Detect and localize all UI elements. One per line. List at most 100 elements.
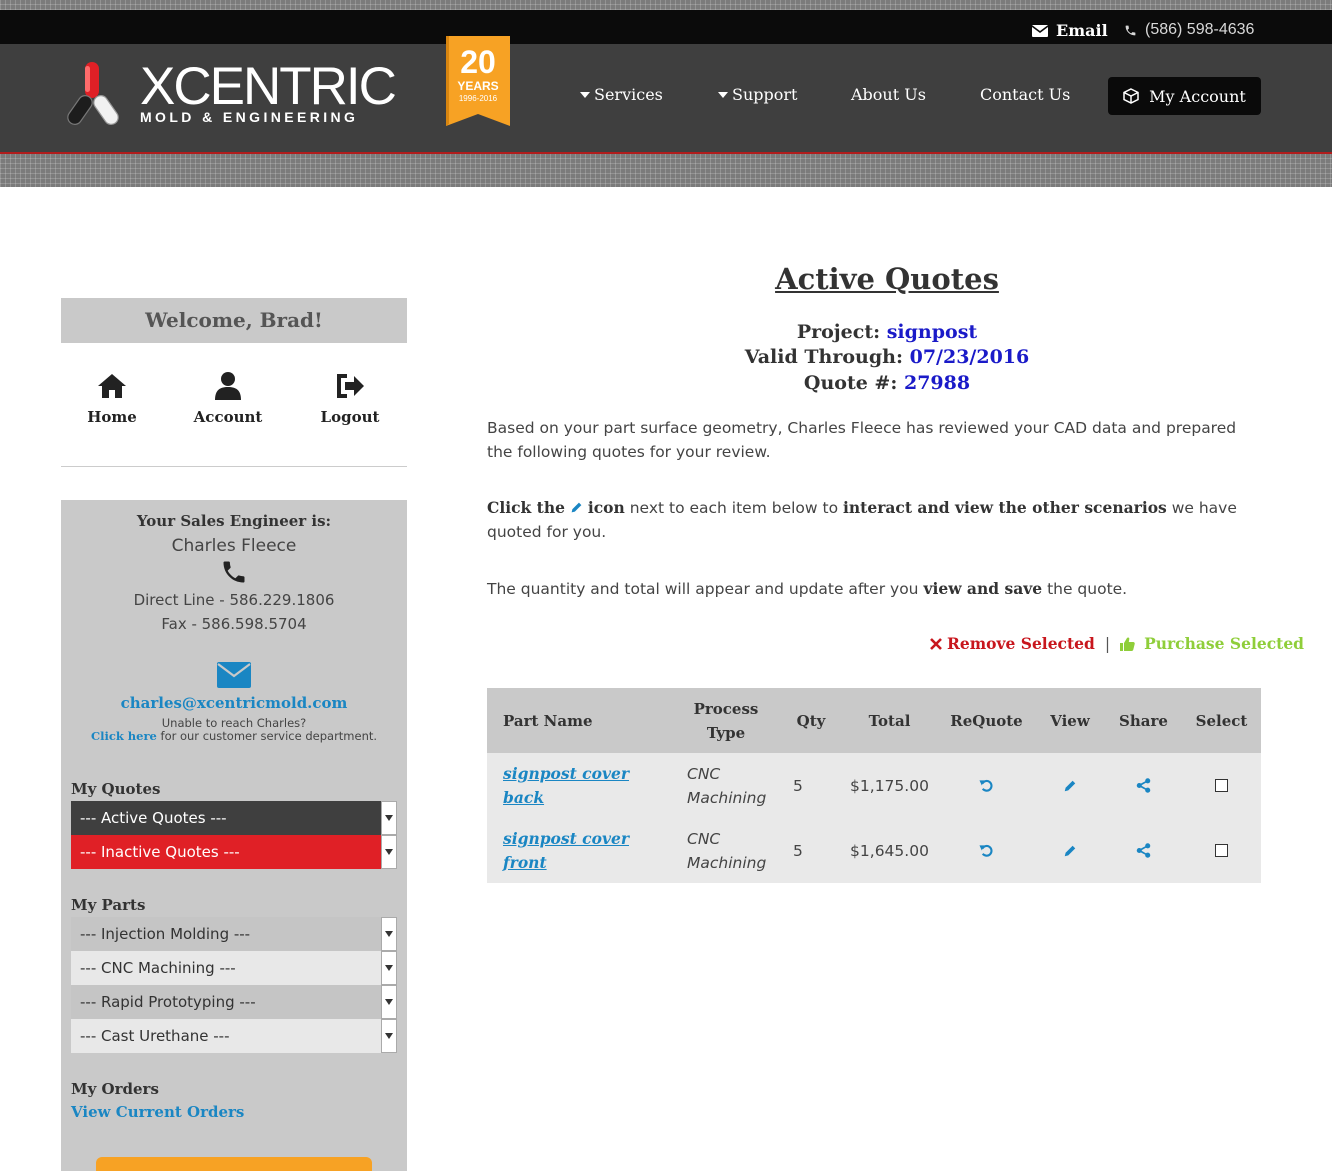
sidebar-panel: Your Sales Engineer is: Charles Fleece D… bbox=[61, 500, 407, 1171]
my-account-label: My Account bbox=[1149, 86, 1246, 106]
user-icon bbox=[215, 372, 241, 400]
orange-action-button[interactable] bbox=[96, 1157, 372, 1171]
quicknav-home[interactable]: Home bbox=[57, 370, 167, 426]
nav-about[interactable]: About Us bbox=[851, 85, 926, 104]
share-cell bbox=[1105, 753, 1182, 818]
click-here-rest: for our customer service department. bbox=[156, 729, 378, 743]
unable-to-reach: Unable to reach Charles? bbox=[161, 716, 307, 730]
header-pattern-top bbox=[0, 0, 1332, 10]
undo-icon[interactable] bbox=[979, 778, 994, 793]
view-cell bbox=[1035, 753, 1105, 818]
quicknav-home-label: Home bbox=[87, 408, 137, 426]
process-type-1: CNC bbox=[687, 764, 721, 783]
my-parts-heading: My Parts bbox=[71, 896, 146, 914]
active-quotes-select[interactable]: --- Active Quotes --- bbox=[71, 801, 397, 835]
logo-subtitle: MOLD & ENGINEERING bbox=[140, 109, 359, 125]
nav-support-label: Support bbox=[732, 85, 798, 104]
envelope-icon bbox=[1032, 24, 1048, 37]
inactive-quotes-select[interactable]: --- Inactive Quotes --- bbox=[71, 835, 397, 869]
click-d: interact and view the other scenarios bbox=[843, 498, 1167, 517]
share-icon[interactable] bbox=[1136, 778, 1151, 793]
logo-wordmark: XCENTRIC bbox=[140, 57, 397, 116]
table-row: signpost cover front CNC Machining 5 $1,64… bbox=[487, 818, 1261, 883]
purchase-selected-label: Purchase Selected bbox=[1144, 634, 1305, 653]
bulk-actions: Remove Selected | Purchase Selected bbox=[930, 634, 1304, 653]
remove-selected-button[interactable]: Remove Selected bbox=[930, 634, 1095, 653]
chevron-down-icon bbox=[381, 951, 397, 985]
quicknav-account[interactable]: Account bbox=[173, 370, 283, 426]
nav-contact[interactable]: Contact Us bbox=[980, 85, 1070, 104]
phone-icon bbox=[223, 561, 245, 583]
quicknav-logout[interactable]: Logout bbox=[295, 370, 405, 426]
sales-engineer-email[interactable]: charles@xcentricmold.com bbox=[61, 694, 407, 712]
col-process-1: Process bbox=[693, 699, 759, 718]
qty-a: The quantity and total will appear and u… bbox=[487, 580, 919, 598]
qty-b: view and save bbox=[923, 579, 1043, 598]
quote-number-line: Quote #: 27988 bbox=[487, 372, 1287, 394]
part-name-link[interactable]: signpost cover front bbox=[503, 829, 629, 872]
col-total: Total bbox=[841, 688, 938, 753]
times-icon bbox=[930, 637, 942, 650]
home-icon bbox=[98, 374, 126, 398]
process-type-2: Machining bbox=[687, 788, 767, 807]
my-quotes-heading: My Quotes bbox=[71, 780, 161, 798]
phone-link[interactable]: (586) 598-4636 bbox=[1124, 21, 1254, 39]
phone-number: (586) 598-4636 bbox=[1145, 21, 1255, 38]
project-label: Project: bbox=[796, 321, 881, 343]
chevron-down-icon bbox=[381, 1019, 397, 1053]
cast-urethane-select[interactable]: --- Cast Urethane --- bbox=[71, 1019, 397, 1053]
col-view: View bbox=[1035, 688, 1105, 753]
col-process-2: Type bbox=[706, 723, 746, 742]
sales-engineer-name: Charles Fleece bbox=[171, 536, 297, 556]
process-type-2: Machining bbox=[687, 853, 767, 872]
qty-c: the quote. bbox=[1047, 580, 1128, 598]
select-checkbox[interactable] bbox=[1215, 779, 1228, 792]
email-link[interactable]: Email bbox=[1032, 21, 1108, 40]
my-account-button[interactable]: My Account bbox=[1108, 77, 1261, 115]
pencil-icon bbox=[571, 502, 582, 513]
sidebar-divider bbox=[61, 466, 407, 467]
click-here-link[interactable]: Click here bbox=[91, 729, 157, 743]
chevron-down-icon bbox=[381, 835, 397, 869]
process-type-cell: CNC Machining bbox=[671, 753, 781, 818]
select-cell bbox=[1182, 818, 1261, 883]
brand-logo[interactable]: XCENTRIC MOLD & ENGINEERING bbox=[60, 58, 397, 130]
cnc-machining-select[interactable]: --- CNC Machining --- bbox=[71, 951, 397, 985]
col-requote: ReQuote bbox=[938, 688, 1035, 753]
nav-services[interactable]: Services bbox=[580, 85, 663, 104]
total-cell: $1,175.00 bbox=[841, 753, 938, 818]
click-instructions: Click the icon next to each item below t… bbox=[487, 496, 1262, 544]
contact-bar: Email (586) 598-4636 bbox=[0, 10, 1332, 44]
inactive-quotes-value: --- Inactive Quotes --- bbox=[80, 843, 240, 861]
pencil-icon[interactable] bbox=[1063, 844, 1077, 858]
ribbon-number: 20 bbox=[460, 44, 496, 80]
chevron-down-icon bbox=[381, 917, 397, 951]
rapid-prototyping-select[interactable]: --- Rapid Prototyping --- bbox=[71, 985, 397, 1019]
quicknav-logout-label: Logout bbox=[320, 408, 380, 426]
part-name-link[interactable]: signpost cover back bbox=[503, 764, 629, 807]
nav-support[interactable]: Support bbox=[718, 85, 797, 104]
injection-molding-select[interactable]: --- Injection Molding --- bbox=[71, 917, 397, 951]
requote-cell bbox=[938, 818, 1035, 883]
part-name-cell: signpost cover front bbox=[487, 818, 671, 883]
qty-cell: 5 bbox=[781, 818, 841, 883]
view-current-orders-link[interactable]: View Current Orders bbox=[71, 1103, 244, 1121]
thumbs-up-icon bbox=[1120, 636, 1135, 651]
chevron-down-icon bbox=[381, 985, 397, 1019]
col-share: Share bbox=[1105, 688, 1182, 753]
ribbon-years: YEARS bbox=[457, 79, 499, 93]
share-icon[interactable] bbox=[1136, 843, 1151, 858]
purchase-selected-button[interactable]: Purchase Selected bbox=[1120, 634, 1304, 653]
injection-molding-value: --- Injection Molding --- bbox=[80, 925, 251, 943]
quicknav-account-label: Account bbox=[193, 408, 263, 426]
nav-about-label: About Us bbox=[851, 85, 926, 104]
select-checkbox[interactable] bbox=[1215, 844, 1228, 857]
anniversary-ribbon: 20 YEARS 1996-2016 bbox=[446, 36, 510, 128]
pencil-icon[interactable] bbox=[1063, 779, 1077, 793]
envelope-icon[interactable] bbox=[217, 662, 251, 688]
cast-urethane-value: --- Cast Urethane --- bbox=[80, 1027, 230, 1045]
undo-icon[interactable] bbox=[979, 843, 994, 858]
share-cell bbox=[1105, 818, 1182, 883]
click-c: next to each item below to bbox=[629, 499, 839, 517]
col-qty: Qty bbox=[781, 688, 841, 753]
